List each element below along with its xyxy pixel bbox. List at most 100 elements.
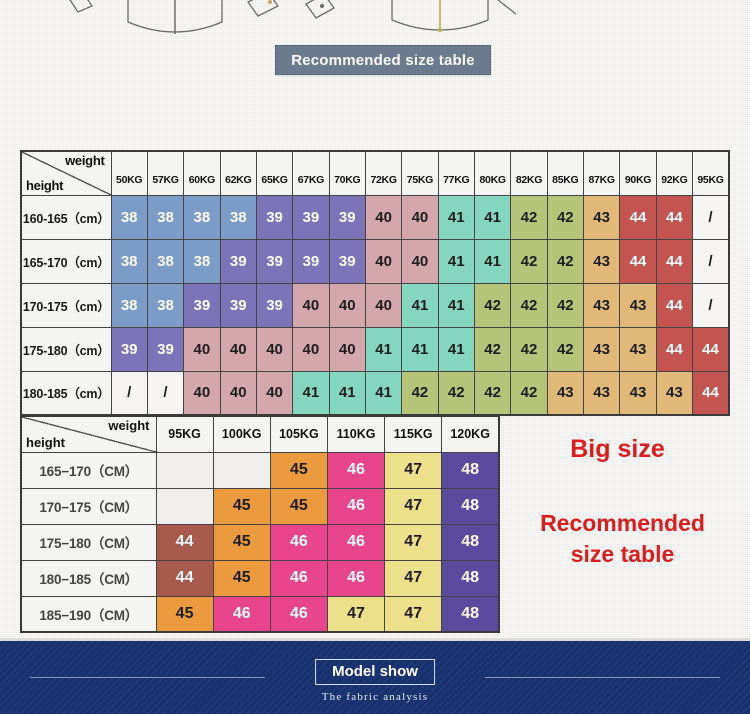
size-cell: 43 xyxy=(619,282,657,328)
size-cell: 44 xyxy=(619,194,657,240)
size-cell: 41 xyxy=(401,326,439,372)
model-show-label: Model show xyxy=(332,663,418,680)
size-cell: 43 xyxy=(582,194,621,240)
size-cell: 39 xyxy=(255,194,294,240)
size-cell: 45 xyxy=(269,487,328,525)
height-row-header: 180−185（CM） xyxy=(20,559,157,597)
size-cell: 46 xyxy=(269,595,328,633)
height-row-header: 185−190（CM） xyxy=(20,595,157,633)
big-size-label: Big size xyxy=(570,435,665,463)
size-cell: 45 xyxy=(269,451,328,489)
height-row-header: 165-170（cm） xyxy=(20,238,112,284)
size-cell: 38 xyxy=(183,238,221,284)
corner-header-cell: weight height xyxy=(20,415,157,453)
height-row-header: 175-180（cm） xyxy=(20,326,112,372)
size-cell: 40 xyxy=(219,326,257,372)
size-cell: 47 xyxy=(384,523,443,561)
weight-header-57kg: 57KG xyxy=(146,150,185,196)
size-cell: 40 xyxy=(328,326,366,372)
size-cell: 39 xyxy=(255,238,294,284)
size-cell: 38 xyxy=(146,238,185,284)
size-cell: 43 xyxy=(619,370,657,416)
size-cell: 38 xyxy=(183,194,221,240)
size-cell: 46 xyxy=(326,487,386,525)
height-row-header: 180-185（cm） xyxy=(20,370,112,416)
size-cell: 39 xyxy=(292,194,330,240)
table-row: 165−170（CM） 45 46 47 48 xyxy=(20,451,500,489)
size-cell: 41 xyxy=(473,238,512,284)
weight-header-120kg: 120KG xyxy=(441,415,500,453)
recommended-size-table-banner: Recommended size table xyxy=(275,45,491,75)
size-cell: / xyxy=(110,370,148,416)
corner-height-label: height xyxy=(26,434,65,450)
size-cell: 43 xyxy=(582,238,621,284)
recommended-line-2: size table xyxy=(570,541,675,568)
size-cell: / xyxy=(146,370,185,416)
table-row: 170−175（CM） 45 45 46 47 48 xyxy=(20,487,500,525)
table-row: 175-180（cm） 39 39 40 40 40 40 40 41 41 41 42 42 42 43 4… xyxy=(20,326,730,372)
size-cell: 45 xyxy=(212,559,271,597)
size-cell: 40 xyxy=(292,282,330,328)
size-cell: 40 xyxy=(183,326,221,372)
weight-header-75kg: 75KG xyxy=(401,150,439,196)
size-cell: 47 xyxy=(326,595,386,633)
size-cell: 40 xyxy=(183,370,221,416)
height-row-header: 160-165（cm） xyxy=(20,194,112,240)
weight-header-60kg: 60KG xyxy=(183,150,221,196)
size-cell: 48 xyxy=(441,559,500,597)
size-cell: 40 xyxy=(364,238,403,284)
size-cell: 42 xyxy=(510,238,548,284)
size-cell: 42 xyxy=(510,282,548,328)
size-cell: 41 xyxy=(437,326,475,372)
size-cell: 42 xyxy=(510,370,548,416)
size-cell: 44 xyxy=(155,559,214,597)
size-cell: 39 xyxy=(110,326,148,372)
size-cell: 41 xyxy=(364,370,403,416)
size-cell: 45 xyxy=(212,487,271,525)
weight-header-115kg: 115KG xyxy=(384,415,443,453)
size-cell: 47 xyxy=(384,595,443,633)
size-cell: 40 xyxy=(219,370,257,416)
size-cell: 44 xyxy=(655,238,694,284)
corner-weight-label: weight xyxy=(108,418,150,433)
size-cell: 38 xyxy=(110,282,148,328)
height-row-header: 175−180（CM） xyxy=(20,523,157,561)
size-cell: 46 xyxy=(269,559,328,597)
size-cell: 45 xyxy=(212,523,271,561)
size-cell: 38 xyxy=(146,282,185,328)
size-table-big: weight height 95KG 100KG 105KG 110KG 115KG 12… xyxy=(20,415,500,633)
table-row: 180−185（CM） 44 45 46 46 47 48 xyxy=(20,559,500,597)
size-chart-page: Recommended size table weight height 50K… xyxy=(0,0,750,714)
size-cell: 42 xyxy=(546,194,584,240)
weight-header-105kg: 105KG xyxy=(269,415,328,453)
size-cell: 40 xyxy=(328,282,366,328)
size-cell: 40 xyxy=(292,326,330,372)
fabric-analysis-label: The fabric analysis xyxy=(321,691,429,703)
size-table-standard-head: weight height 50KG 57KG 60KG 62KG 65KG 67KG 70… xyxy=(20,150,730,196)
size-cell: 46 xyxy=(326,559,386,597)
weight-header-95kg: 95KG xyxy=(692,150,730,196)
size-cell: 47 xyxy=(384,559,443,597)
size-cell: / xyxy=(692,194,730,240)
size-cell: 42 xyxy=(473,370,512,416)
size-cell: 41 xyxy=(437,282,475,328)
size-cell: 43 xyxy=(546,370,584,416)
weight-header-90kg: 90KG xyxy=(619,150,657,196)
size-cell: / xyxy=(692,282,730,328)
weight-header-82kg: 82KG xyxy=(510,150,548,196)
size-cell: 44 xyxy=(655,326,694,372)
size-cell: 44 xyxy=(655,282,694,328)
footer-rule-right xyxy=(485,677,720,678)
table-row: 175−180（CM） 44 45 46 46 47 48 xyxy=(20,523,500,561)
corner-height-label: height xyxy=(26,177,64,193)
size-cell: 44 xyxy=(692,326,730,372)
weight-header-85kg: 85KG xyxy=(546,150,584,196)
size-cell: 42 xyxy=(437,370,475,416)
height-row-header: 170-175（cm） xyxy=(20,282,112,328)
size-cell: 42 xyxy=(510,326,548,372)
size-cell: 38 xyxy=(219,194,257,240)
size-cell: 41 xyxy=(292,370,330,416)
size-cell: 39 xyxy=(328,194,366,240)
header-row: weight height 95KG 100KG 105KG 110KG 115KG 12… xyxy=(20,415,500,453)
weight-header-110kg: 110KG xyxy=(326,415,386,453)
